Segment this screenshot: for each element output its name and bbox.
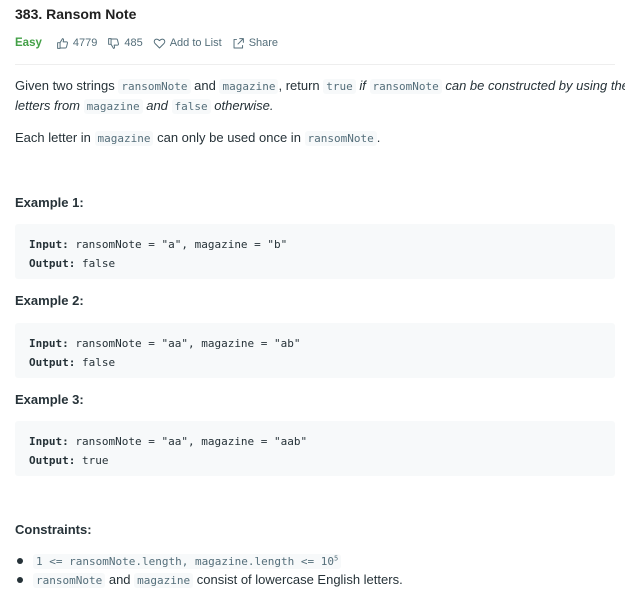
code-ransomnote: ransomNote [369,79,442,94]
difficulty-badge: Easy [15,37,42,49]
code-magazine: magazine [219,79,279,94]
share-label: Share [248,37,279,49]
problem-title: 383. Ransom Note [15,6,137,22]
add-to-list-button[interactable]: Add to List [153,37,222,50]
description-line-1: Given two strings ransomNote and magazin… [15,78,625,94]
code-true: true [323,79,356,94]
like-count: 4779 [72,37,98,49]
code-magazine: magazine [83,99,143,114]
header-divider [15,64,615,65]
constraint-item: ransomNote and magazine consist of lower… [17,570,403,591]
heart-icon [153,38,165,48]
example-3-block: Input: ransomNote = "aa", magazine = "aa… [15,421,615,476]
dislike-count: 485 [124,37,143,49]
example-1-heading: Example 1: [15,195,84,210]
problem-meta-bar: Easy 4779 485 Add to List Share [15,35,288,51]
thumbs-up-icon [56,37,68,49]
share-button[interactable]: Share [232,37,278,50]
example-3-heading: Example 3: [15,392,84,407]
example-2-block: Input: ransomNote = "aa", magazine = "ab… [15,323,615,378]
like-button[interactable]: 4779 [56,37,97,50]
thumbs-down-icon [108,37,120,49]
add-to-list-label: Add to List [169,37,222,49]
code-ransomnote: ransomNote [118,79,191,94]
code-magazine: magazine [94,131,154,146]
example-2-heading: Example 2: [15,293,84,308]
example-1-block: Input: ransomNote = "a", magazine = "b" … [15,224,615,279]
dislike-button[interactable]: 485 [107,37,143,50]
code-ransomnote: ransomNote [33,573,106,588]
constraint-length-code: 1 <= ransomNote.length, magazine.length … [33,554,342,569]
description-line-3: Each letter in magazine can only be used… [15,130,381,146]
code-magazine: magazine [134,573,194,588]
constraint-item: 1 <= ransomNote.length, magazine.length … [16,551,342,572]
description-line-2: letters from magazine and false otherwis… [15,98,274,114]
constraints-heading: Constraints: [15,522,92,537]
code-ransomnote: ransomNote [304,131,377,146]
share-icon [233,37,244,48]
code-false: false [171,99,211,114]
